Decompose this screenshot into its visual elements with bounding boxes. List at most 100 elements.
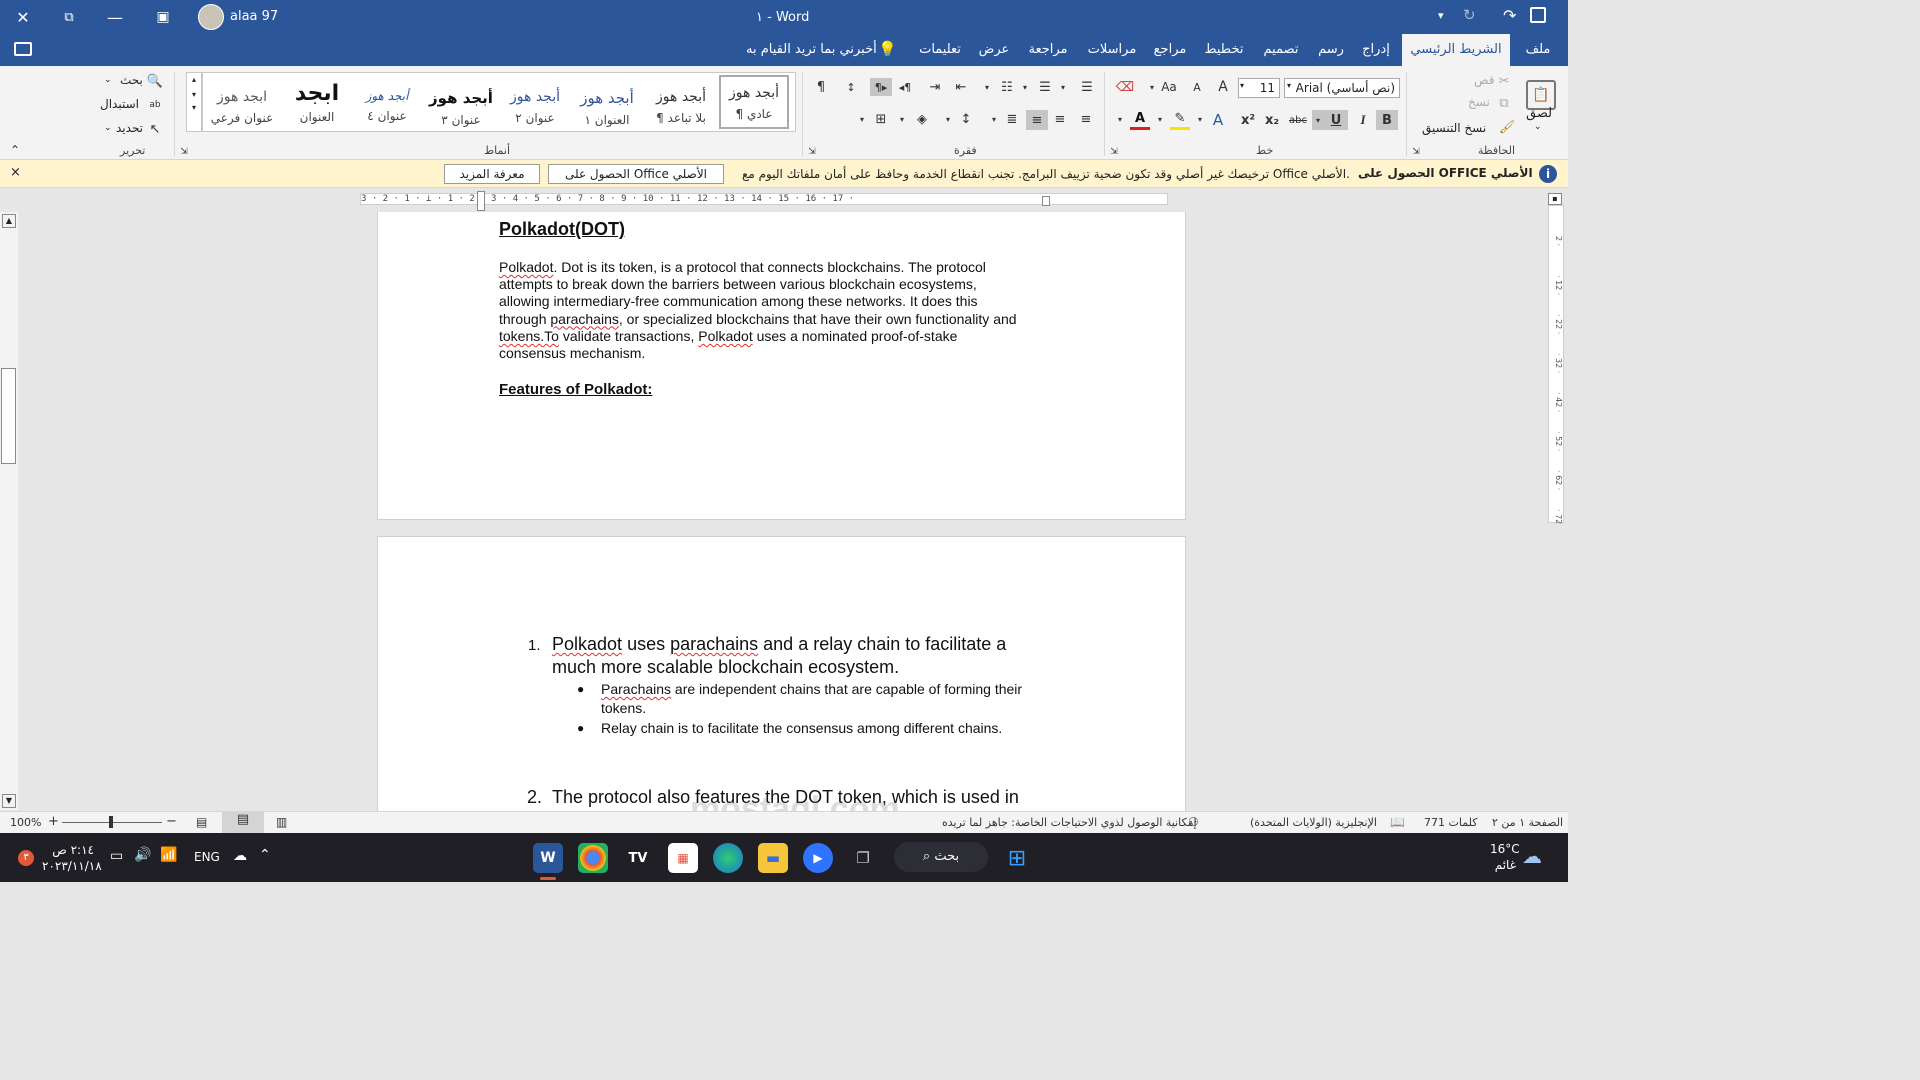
font-color-icon[interactable]: A bbox=[1130, 110, 1150, 130]
learn-more-button[interactable]: معرفة المزيد bbox=[444, 164, 540, 184]
find-dropdown-icon[interactable]: ⌄ bbox=[104, 75, 112, 85]
superscript-icon[interactable]: x² bbox=[1238, 110, 1258, 130]
format-painter-icon[interactable]: 🖌 bbox=[1498, 118, 1516, 136]
line-spacing-icon[interactable]: ↕ bbox=[956, 110, 976, 128]
clear-formatting-icon[interactable]: ⌫ bbox=[1114, 78, 1136, 96]
style-heading2[interactable]: أبجد هوز عنوان ٢ bbox=[499, 79, 571, 137]
clipboard-launcher-icon[interactable]: ⇲ bbox=[1410, 146, 1422, 158]
comments-icon[interactable] bbox=[14, 42, 32, 56]
style-heading1[interactable]: أبجد هوز العنوان ١ bbox=[571, 79, 643, 137]
borders-icon[interactable]: ⊞ bbox=[872, 110, 890, 128]
focus-mode-icon[interactable]: ▤ bbox=[196, 815, 207, 829]
read-mode-icon[interactable]: ▥ bbox=[276, 815, 287, 829]
underline-button[interactable]: U bbox=[1324, 110, 1348, 130]
font-launcher-icon[interactable]: ⇲ bbox=[1108, 146, 1120, 158]
zoom-app-icon[interactable]: ▶ bbox=[803, 843, 833, 873]
align-center-icon[interactable]: ≡ bbox=[1050, 110, 1070, 128]
tab-view[interactable]: عرض bbox=[974, 34, 1014, 66]
numbered-list-icon[interactable]: ☰ bbox=[1034, 78, 1056, 96]
styles-up-icon[interactable]: ▴ bbox=[187, 75, 201, 84]
scroll-thumb[interactable] bbox=[1, 368, 16, 464]
user-name[interactable]: alaa 97 bbox=[230, 9, 278, 24]
notification-badge[interactable]: ٣ bbox=[18, 850, 34, 866]
paste-button[interactable]: لصق bbox=[1526, 106, 1552, 121]
shrink-font-icon[interactable]: A bbox=[1188, 78, 1206, 96]
italic-button[interactable]: I bbox=[1352, 110, 1374, 130]
styles-scroll[interactable]: ▴ ▾ ▾ bbox=[186, 72, 202, 132]
customize-qat-icon[interactable]: ▾ bbox=[1438, 9, 1444, 22]
styles-launcher-icon[interactable]: ⇲ bbox=[178, 146, 190, 158]
dropdown-icon[interactable]: ▾ bbox=[1312, 110, 1324, 130]
windows-start-icon[interactable]: ⊞ bbox=[1002, 843, 1032, 873]
font-size-select[interactable]: 11 bbox=[1238, 78, 1280, 98]
search-icon[interactable]: 🔍 bbox=[146, 72, 164, 90]
rtl-direction-icon[interactable]: ◂¶ bbox=[896, 78, 914, 96]
text-effects-icon[interactable]: A bbox=[1208, 110, 1228, 130]
tab-home[interactable]: الشريط الرئيسي bbox=[1402, 34, 1510, 66]
ltr-direction-icon[interactable]: ¶▸ bbox=[870, 78, 892, 96]
tradingview-icon[interactable]: TV bbox=[623, 843, 653, 873]
collapse-ribbon-icon[interactable]: ⌃ bbox=[6, 142, 24, 158]
vertical-ruler[interactable]: 2 · · 12 · · 22 · · 32 · · 42 · · 52 · · 62 · ·… bbox=[1548, 205, 1564, 524]
scroll-down-icon[interactable]: ▼ bbox=[2, 794, 16, 808]
dropdown-icon[interactable]: ▾ bbox=[1146, 78, 1158, 96]
right-indent-marker[interactable] bbox=[1042, 196, 1050, 206]
replace-button[interactable]: استبدال bbox=[100, 97, 139, 111]
indent-marker[interactable] bbox=[477, 191, 485, 211]
subscript-icon[interactable]: x₂ bbox=[1262, 110, 1282, 130]
get-genuine-office-button[interactable]: الحصول على Office الأصلي bbox=[548, 164, 724, 184]
tab-file[interactable]: ملف bbox=[1518, 34, 1558, 66]
paste-dropdown-icon[interactable]: ⌄ bbox=[1534, 122, 1542, 132]
bold-button[interactable]: B bbox=[1376, 110, 1398, 130]
proofing-icon[interactable]: 📖 bbox=[1390, 815, 1405, 829]
dropdown-icon[interactable]: ▾ bbox=[1020, 78, 1030, 96]
document-page-2[interactable]: 1. Polkadot uses parachains and a relay … bbox=[377, 536, 1186, 811]
scroll-up-icon[interactable]: ▲ bbox=[2, 214, 16, 228]
minimize-window-button[interactable]: — bbox=[92, 0, 138, 34]
weather-widget[interactable]: 16°C غائم bbox=[1490, 841, 1520, 873]
justify-icon[interactable]: ≣ bbox=[1002, 110, 1022, 128]
vertical-scrollbar[interactable]: ▲ ▼ bbox=[0, 212, 18, 810]
word-app-icon[interactable]: W bbox=[533, 843, 563, 873]
paragraph-launcher-icon[interactable]: ⇲ bbox=[806, 146, 818, 158]
lightbulb-icon[interactable]: 💡 bbox=[878, 40, 897, 58]
increase-indent-icon[interactable]: ⇥ bbox=[926, 78, 944, 96]
zoom-level[interactable]: 100% bbox=[10, 816, 41, 829]
dropdown-icon[interactable]: ▾ bbox=[942, 110, 954, 128]
restore-window-button[interactable]: ⧉ bbox=[46, 0, 92, 34]
task-view-icon[interactable]: ❐ bbox=[848, 843, 878, 873]
battery-icon[interactable]: ▭ bbox=[110, 848, 123, 864]
ruler-toggle-icon[interactable]: ▪ bbox=[1548, 193, 1562, 205]
change-case-icon[interactable]: Aa bbox=[1158, 78, 1180, 96]
copy-icon[interactable]: ⧉ bbox=[1494, 94, 1514, 112]
shading-icon[interactable]: ◈ bbox=[912, 110, 932, 128]
format-painter-button[interactable]: نسخ التنسيق bbox=[1422, 121, 1486, 135]
decrease-indent-icon[interactable]: ⇤ bbox=[952, 78, 970, 96]
zoom-in-icon[interactable]: + bbox=[48, 814, 59, 829]
onedrive-icon[interactable]: ☁ bbox=[233, 848, 247, 864]
select-dropdown-icon[interactable]: ⌄ bbox=[104, 123, 112, 133]
dropdown-icon[interactable]: ▾ bbox=[980, 78, 994, 96]
ribbon-display-options-icon[interactable]: ▣ bbox=[140, 0, 186, 34]
dropdown-icon[interactable]: ▾ bbox=[856, 110, 868, 128]
find-button[interactable]: بحث bbox=[120, 73, 143, 87]
tab-mailings[interactable]: مراسلات bbox=[1082, 34, 1142, 66]
style-normal[interactable]: أبجد هوز ¶ عادي bbox=[719, 75, 789, 129]
dropdown-icon[interactable]: ▾ bbox=[1114, 110, 1126, 128]
style-heading4[interactable]: أبجد هوز عنوان ٤ bbox=[351, 79, 423, 137]
redo-icon[interactable]: ↷ bbox=[1503, 6, 1516, 25]
avatar[interactable] bbox=[198, 4, 224, 30]
multilevel-list-icon[interactable]: ☷ bbox=[996, 78, 1018, 96]
file-explorer-icon[interactable]: ▬ bbox=[758, 843, 788, 873]
taskbar-search[interactable]: ⌕ بحث bbox=[894, 842, 988, 872]
strikethrough-icon[interactable]: abc bbox=[1286, 110, 1310, 130]
edge-icon[interactable] bbox=[713, 843, 743, 873]
highlight-icon[interactable]: ✎ bbox=[1170, 110, 1190, 130]
tab-insert[interactable]: إدراج bbox=[1356, 34, 1396, 66]
show-marks-icon[interactable]: ¶ bbox=[812, 78, 830, 96]
style-title[interactable]: ابجد العنوان bbox=[281, 79, 353, 137]
font-name-select[interactable]: Arial (نص أساسي) bbox=[1284, 78, 1400, 98]
tab-help[interactable]: تعليمات bbox=[912, 34, 968, 66]
align-left-icon[interactable]: ≡ bbox=[1026, 110, 1048, 130]
style-heading3[interactable]: أبجد هوز عنوان ٣ bbox=[425, 79, 497, 137]
